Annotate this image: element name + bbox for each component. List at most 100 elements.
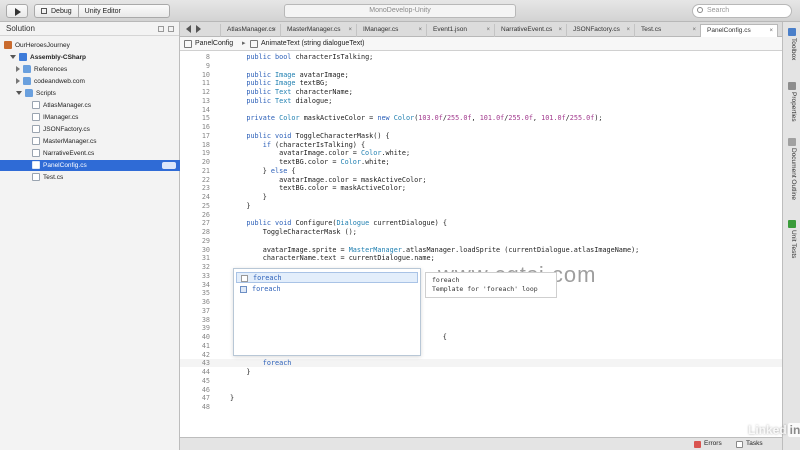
code-text: avatarImage.color = maskActiveColor; — [279, 175, 427, 184]
tab-scroll-left-icon[interactable] — [186, 25, 191, 33]
line-number: 10 — [201, 70, 210, 79]
line-number: 16 — [201, 123, 210, 131]
errors-button[interactable]: Errors — [694, 438, 722, 450]
code-line[interactable]: 9 — [180, 62, 782, 70]
code-editor[interactable]: 8 public bool characterIsTalking; 9 10 pub… — [180, 51, 782, 437]
code-line[interactable]: 24 } — [180, 193, 782, 201]
code-line[interactable]: 16 — [180, 123, 782, 131]
code-line[interactable]: 47} — [180, 394, 782, 402]
code-text: foreach — [262, 359, 292, 368]
tab-narrativeevent-cs[interactable]: NarrativeEvent.cs × — [494, 24, 566, 37]
code-line[interactable]: 10 public Image avatarImage; — [180, 71, 782, 79]
tree-item-assembly-csharp[interactable]: Assembly-CSharp — [0, 52, 180, 63]
tree-item-jsonfactory-cs[interactable]: JSONFactory.cs — [0, 124, 180, 135]
tab-unit-tests[interactable]: Unit Tests — [783, 218, 800, 268]
code-line[interactable]: 43 foreach — [180, 359, 782, 368]
code-text: public Text characterName; — [246, 88, 353, 96]
code-line[interactable]: 15 private Color maskActiveColor = new C… — [180, 114, 782, 122]
code-line[interactable]: 28 ToggleCharacterMask (); — [180, 228, 782, 236]
code-line[interactable]: 25 } — [180, 202, 782, 210]
properties-icon — [788, 82, 796, 90]
code-text: } — [230, 368, 251, 376]
code-line[interactable]: 46 — [180, 386, 782, 394]
code-line[interactable]: 13 public Text dialogue; — [180, 97, 782, 105]
path-class[interactable]: PanelConfig — [195, 37, 233, 51]
folder-icon — [25, 89, 33, 98]
code-line[interactable]: 30 avatarImage.sprite = MasterManager.at… — [180, 246, 782, 254]
tab-toolbox[interactable]: Toolbox — [783, 26, 800, 60]
tree-item-atlasmanager-cs[interactable]: AtlasManager.cs — [0, 100, 180, 111]
tab-label: AtlasManager.cs — [227, 26, 276, 33]
close-icon[interactable]: × — [418, 24, 422, 36]
pad-close-icon[interactable] — [168, 26, 174, 32]
code-line[interactable]: 12 public Text characterName; — [180, 88, 782, 96]
tree-item-imanager-cs[interactable]: IManager.cs — [0, 112, 180, 123]
expand-right-icon[interactable] — [16, 78, 20, 85]
code-line[interactable]: 29 — [180, 237, 782, 245]
tab-event1-json[interactable]: Event1.json × — [426, 24, 494, 37]
close-icon[interactable]: × — [486, 24, 490, 36]
code-line[interactable]: 26 — [180, 211, 782, 219]
close-icon[interactable]: × — [272, 24, 276, 36]
code-line[interactable]: 21 } else { — [180, 167, 782, 175]
code-line[interactable]: 17 public void ToggleCharacterMask() { — [180, 132, 782, 140]
code-line[interactable]: 11 public Image textBG; — [180, 79, 782, 87]
code-line[interactable]: 45 — [180, 377, 782, 385]
code-line[interactable]: 14 — [180, 106, 782, 114]
code-line[interactable]: 19 avatarImage.color = Color.white; — [180, 149, 782, 157]
tab-imanager-cs[interactable]: IManager.cs × — [356, 24, 426, 37]
tree-item-references[interactable]: References — [0, 64, 180, 75]
code-line[interactable]: 20 textBG.color = Color.white; — [180, 158, 782, 166]
code-line[interactable]: 48 — [180, 403, 782, 411]
close-icon[interactable]: × — [692, 24, 696, 36]
tab-scroll-right-icon[interactable] — [196, 25, 201, 33]
code-line[interactable]: 27 public void Configure(Dialogue curren… — [180, 219, 782, 227]
run-button[interactable] — [6, 4, 28, 18]
tab-jsonfactory-cs[interactable]: JSONFactory.cs × — [566, 24, 634, 37]
line-number: 18 — [201, 140, 210, 149]
close-icon[interactable]: × — [626, 24, 630, 36]
code-line[interactable]: 44 } — [180, 368, 782, 376]
tab-document-outline[interactable]: Document Outline — [783, 136, 800, 226]
code-line[interactable]: 23 textBG.color = maskActiveColor; — [180, 184, 782, 192]
expand-down-icon[interactable] — [16, 91, 22, 96]
tree-item-test-cs[interactable]: Test.cs — [0, 172, 180, 183]
file-icon — [32, 125, 40, 134]
play-icon — [15, 8, 21, 16]
path-method[interactable]: AnimateText (string dialogueText) — [261, 37, 365, 51]
tab-panelconfig-cs[interactable]: PanelConfig.cs × — [700, 24, 778, 37]
tasks-button[interactable]: Tasks — [736, 438, 763, 450]
tree-item-panelconfig-cs[interactable]: PanelConfig.cs — [0, 160, 180, 171]
tab-test-cs[interactable]: Test.cs × — [634, 24, 700, 37]
tab-atlasmanager-cs[interactable]: AtlasManager.cs × — [220, 24, 280, 37]
tree-item-ourheroesjourney[interactable]: OurHeroesJourney — [0, 40, 180, 51]
completion-item[interactable]: foreach — [236, 284, 418, 295]
close-icon[interactable]: × — [348, 24, 352, 36]
completion-item-label: foreach — [252, 285, 281, 293]
completion-list[interactable]: foreach foreach — [233, 268, 421, 356]
tab-label: NarrativeEvent.cs — [501, 26, 553, 33]
code-line[interactable]: 22 avatarImage.color = maskActiveColor; — [180, 176, 782, 184]
code-text: public void Configure(Dialogue currentDi… — [246, 219, 447, 228]
tree-item-narrativeevent-cs[interactable]: NarrativeEvent.cs — [0, 148, 180, 159]
code-line[interactable]: 8 public bool characterIsTalking; — [180, 53, 782, 61]
gear-icon[interactable] — [162, 162, 176, 169]
search-input[interactable]: Search — [692, 4, 792, 18]
configuration-selector[interactable]: Debug Unity Editor — [34, 4, 170, 18]
close-icon[interactable]: × — [558, 24, 562, 36]
tree-item-scripts[interactable]: Scripts — [0, 88, 180, 99]
folder-icon — [23, 65, 31, 74]
code-line[interactable]: 18 if (characterIsTalking) { — [180, 141, 782, 149]
tab-properties[interactable]: Properties — [783, 80, 800, 130]
expand-right-icon[interactable] — [16, 66, 20, 73]
expand-down-icon[interactable] — [10, 55, 16, 60]
tree-item-mastermanager-cs[interactable]: MasterManager.cs — [0, 136, 180, 147]
tree-item-codeandweb-com[interactable]: codeandweb.com — [0, 76, 180, 87]
close-icon[interactable]: × — [769, 25, 773, 37]
tab-mastermanager-cs[interactable]: MasterManager.cs × — [280, 24, 356, 37]
tree-item-label: OurHeroesJourney — [15, 42, 70, 49]
tree-item-label: AtlasManager.cs — [43, 102, 92, 109]
completion-item[interactable]: foreach — [236, 272, 418, 283]
pad-minimize-icon[interactable] — [158, 26, 164, 32]
code-text: textBG.color = maskActiveColor; — [279, 184, 406, 193]
